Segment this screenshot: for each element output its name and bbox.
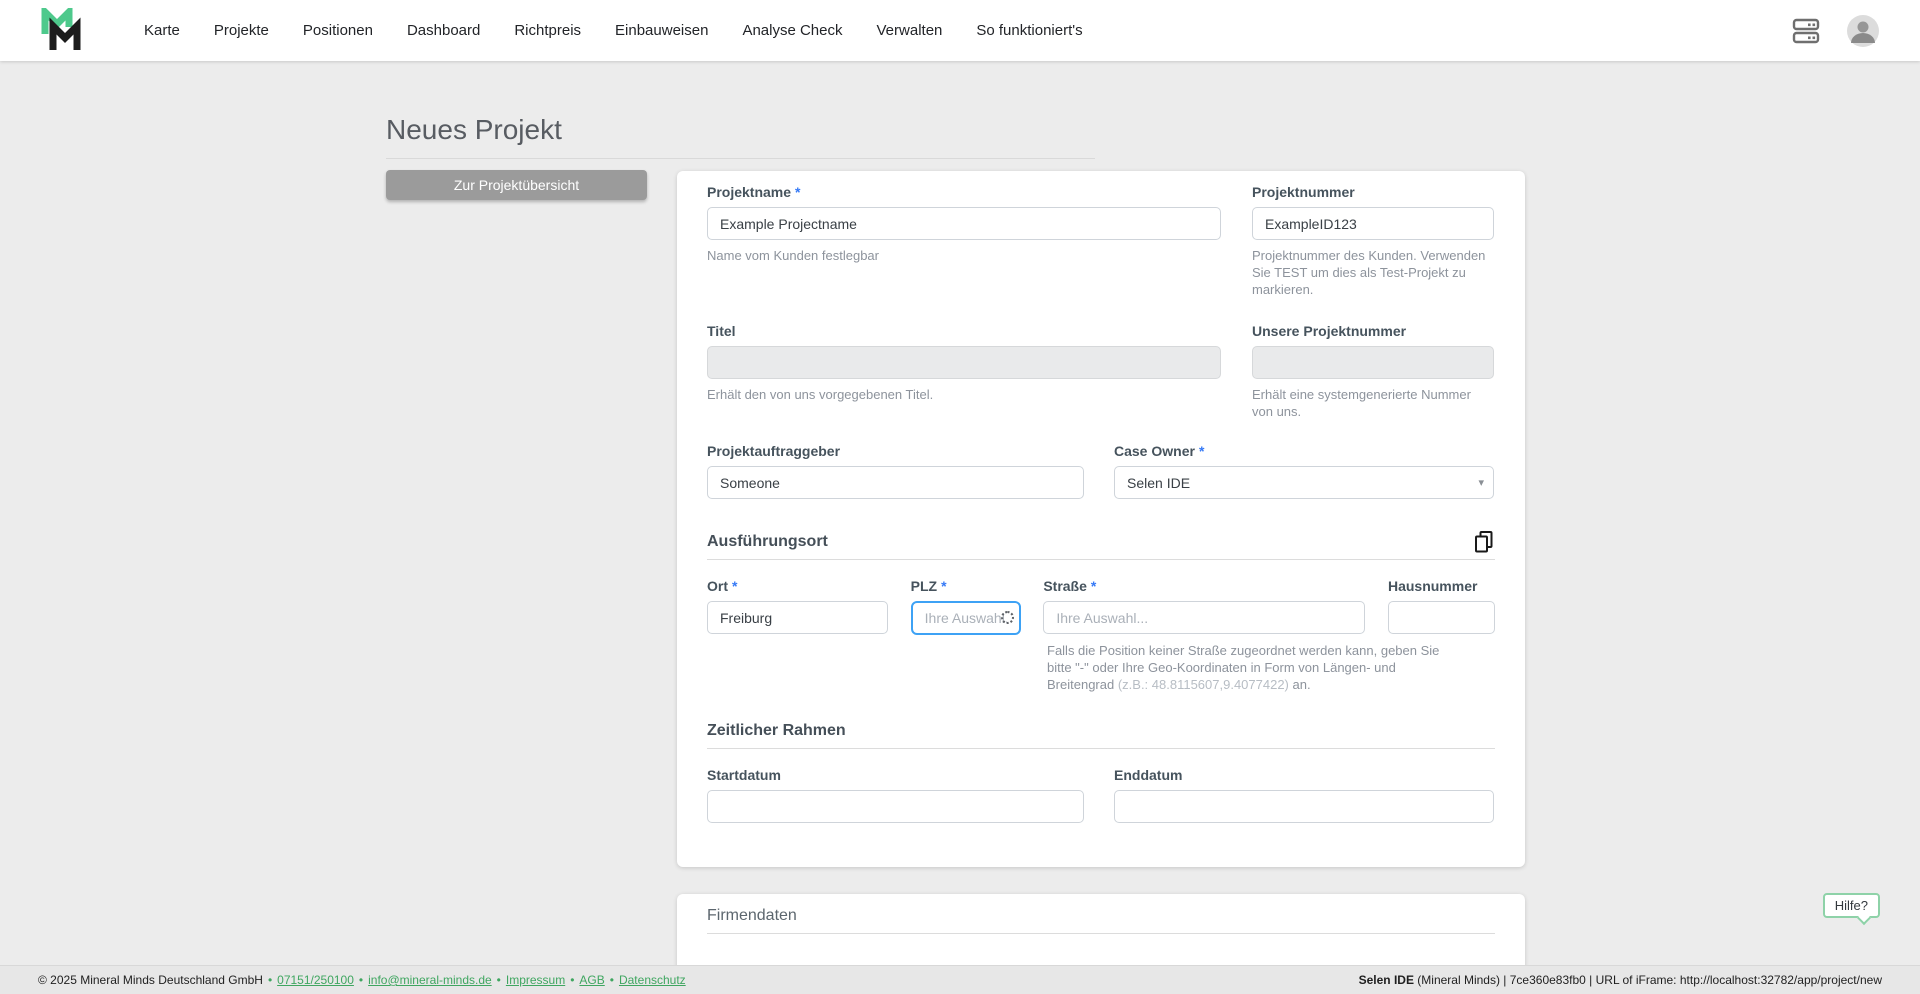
field-hausnummer: Hausnummer <box>1387 578 1495 635</box>
section-divider <box>707 559 1495 560</box>
enddatum-input[interactable] <box>1114 790 1494 823</box>
status-detail: (Mineral Minds) | 7ce360e83fb0 | URL of … <box>1413 973 1882 987</box>
enddatum-label: Enddatum <box>1114 767 1183 783</box>
page-title: Neues Projekt <box>386 114 562 145</box>
projektnummer-input[interactable] <box>1252 207 1494 240</box>
nav-item-analyse-check[interactable]: Analyse Check <box>742 22 842 39</box>
ort-input[interactable] <box>707 601 888 634</box>
page: Karte Projekte Positionen Dashboard Rich… <box>0 0 1920 994</box>
startdatum-input[interactable] <box>707 790 1084 823</box>
strasse-input[interactable] <box>1043 601 1366 634</box>
titel-input <box>707 346 1221 379</box>
projektnummer-label: Projektnummer <box>1252 184 1355 200</box>
section-divider <box>707 933 1495 934</box>
datenschutz-link[interactable]: Datenschutz <box>619 973 686 987</box>
strasse-label: Straße * <box>1043 578 1097 594</box>
nav-item-positionen[interactable]: Positionen <box>303 22 373 39</box>
footer-status: Selen IDE (Mineral Minds) | 7ce360e83fb0… <box>1359 973 1882 987</box>
copy-icon[interactable] <box>1473 530 1495 554</box>
strasse-helper: Falls die Position keiner Straße zugeord… <box>1047 643 1440 692</box>
status-user: Selen IDE <box>1358 973 1414 987</box>
required-marker: * <box>1198 443 1205 459</box>
case-owner-value: Selen IDE <box>1127 474 1191 491</box>
titel-helper: Erhält den von uns vorgegebenen Titel. <box>707 387 934 402</box>
projektname-input[interactable] <box>707 207 1221 240</box>
field-ort: Ort * <box>707 578 888 635</box>
hausnummer-label: Hausnummer <box>1387 578 1478 594</box>
row-auftraggeber-caseowner: Projektauftraggeber Case Owner * Selen I… <box>707 443 1495 499</box>
field-unsere-projektnummer: Unsere Projektnummer Erhält eine systemg… <box>1252 323 1494 420</box>
projektname-helper: Name vom Kunden festlegbar <box>707 248 879 263</box>
projektname-label: Projektname * <box>707 184 801 200</box>
startdatum-label: Startdatum <box>707 767 781 783</box>
field-enddatum: Enddatum <box>1114 767 1494 823</box>
nav-menu: Karte Projekte Positionen Dashboard Rich… <box>144 22 1083 39</box>
section-ausfuehrungsort: Ausführungsort <box>707 530 1495 554</box>
unsere-projektnummer-helper: Erhält eine systemgenerierte Nummer von … <box>1252 387 1471 419</box>
nav-right-icons <box>1792 14 1880 48</box>
projektnummer-helper: Projektnummer des Kunden. Verwenden Sie … <box>1252 248 1486 297</box>
page-title-block: Neues Projekt <box>386 114 1095 159</box>
footer-bar: © 2025 Mineral Minds Deutschland GmbH • … <box>0 965 1920 994</box>
nav-item-projekte[interactable]: Projekte <box>214 22 269 39</box>
phone-link[interactable]: 07151/250100 <box>277 973 354 987</box>
projektauftraggeber-label: Projektauftraggeber <box>707 443 841 459</box>
field-case-owner: Case Owner * Selen IDE ▾ <box>1114 443 1494 499</box>
email-link[interactable]: info@mineral-minds.de <box>368 973 492 987</box>
firmendaten-title: Firmendaten <box>707 907 797 924</box>
top-navbar: Karte Projekte Positionen Dashboard Rich… <box>0 0 1920 61</box>
copyright-text: © 2025 Mineral Minds Deutschland GmbH <box>38 973 263 987</box>
bubble-tail <box>1856 910 1872 926</box>
nav-item-so-funktionierts[interactable]: So funktioniert's <box>976 22 1082 39</box>
required-marker: * <box>1090 578 1097 594</box>
projektauftraggeber-input[interactable] <box>707 466 1084 499</box>
impressum-link[interactable]: Impressum <box>506 973 565 987</box>
row-titel-unsere-projektnummer: Titel Erhält den von uns vorgegebenen Ti… <box>707 323 1495 420</box>
zur-projektuebersicht-button[interactable]: Zur Projektübersicht <box>386 170 647 200</box>
avatar-icon[interactable] <box>1846 14 1880 48</box>
nav-item-richtpreis[interactable]: Richtpreis <box>514 22 581 39</box>
mineral-minds-logo-icon[interactable] <box>40 7 88 54</box>
ausfuehrungsort-title: Ausführungsort <box>707 533 828 550</box>
hilfe-button[interactable]: Hilfe? <box>1822 893 1880 926</box>
section-firmendaten: Firmendaten <box>707 907 1495 925</box>
field-plz: PLZ * <box>910 578 1021 635</box>
required-marker: * <box>795 184 801 200</box>
unsere-projektnummer-label: Unsere Projektnummer <box>1252 323 1407 339</box>
case-owner-select[interactable]: Selen IDE ▾ <box>1114 466 1494 499</box>
titel-label: Titel <box>707 323 736 339</box>
field-projektauftraggeber: Projektauftraggeber <box>707 443 1084 499</box>
field-strasse: Straße * <box>1043 578 1366 635</box>
case-owner-label: Case Owner * <box>1114 443 1205 459</box>
field-projektname: Projektname * Name vom Kunden festlegbar <box>707 184 1221 298</box>
field-startdatum: Startdatum <box>707 767 1084 823</box>
zeitlicher-rahmen-title: Zeitlicher Rahmen <box>707 722 846 739</box>
required-marker: * <box>732 578 738 594</box>
nav-item-karte[interactable]: Karte <box>144 22 180 39</box>
nav-item-dashboard[interactable]: Dashboard <box>407 22 480 39</box>
plz-label: PLZ * <box>910 578 947 594</box>
section-divider <box>707 748 1495 749</box>
nav-item-verwalten[interactable]: Verwalten <box>877 22 943 39</box>
footer-left: © 2025 Mineral Minds Deutschland GmbH • … <box>38 973 686 987</box>
unsere-projektnummer-input <box>1252 346 1494 379</box>
required-marker: * <box>941 578 947 594</box>
row-datum: Startdatum Enddatum <box>707 767 1495 823</box>
server-icon[interactable] <box>1792 16 1820 46</box>
field-titel: Titel Erhält den von uns vorgegebenen Ti… <box>707 323 1221 420</box>
ort-label: Ort * <box>707 578 738 594</box>
row-projektname-projektnummer: Projektname * Name vom Kunden festlegbar… <box>707 184 1495 298</box>
section-zeitlicher-rahmen: Zeitlicher Rahmen <box>707 722 1495 740</box>
project-form-card: Projektname * Name vom Kunden festlegbar… <box>677 171 1525 867</box>
nav-item-einbauweisen[interactable]: Einbauweisen <box>615 22 708 39</box>
hausnummer-input[interactable] <box>1387 601 1495 634</box>
field-projektnummer: Projektnummer Projektnummer des Kunden. … <box>1252 184 1494 298</box>
chevron-down-icon: ▾ <box>1478 477 1484 489</box>
loading-spinner-icon <box>1000 611 1014 624</box>
agb-link[interactable]: AGB <box>579 973 604 987</box>
row-adresse: Ort * PLZ * Straße * <box>707 578 1495 635</box>
